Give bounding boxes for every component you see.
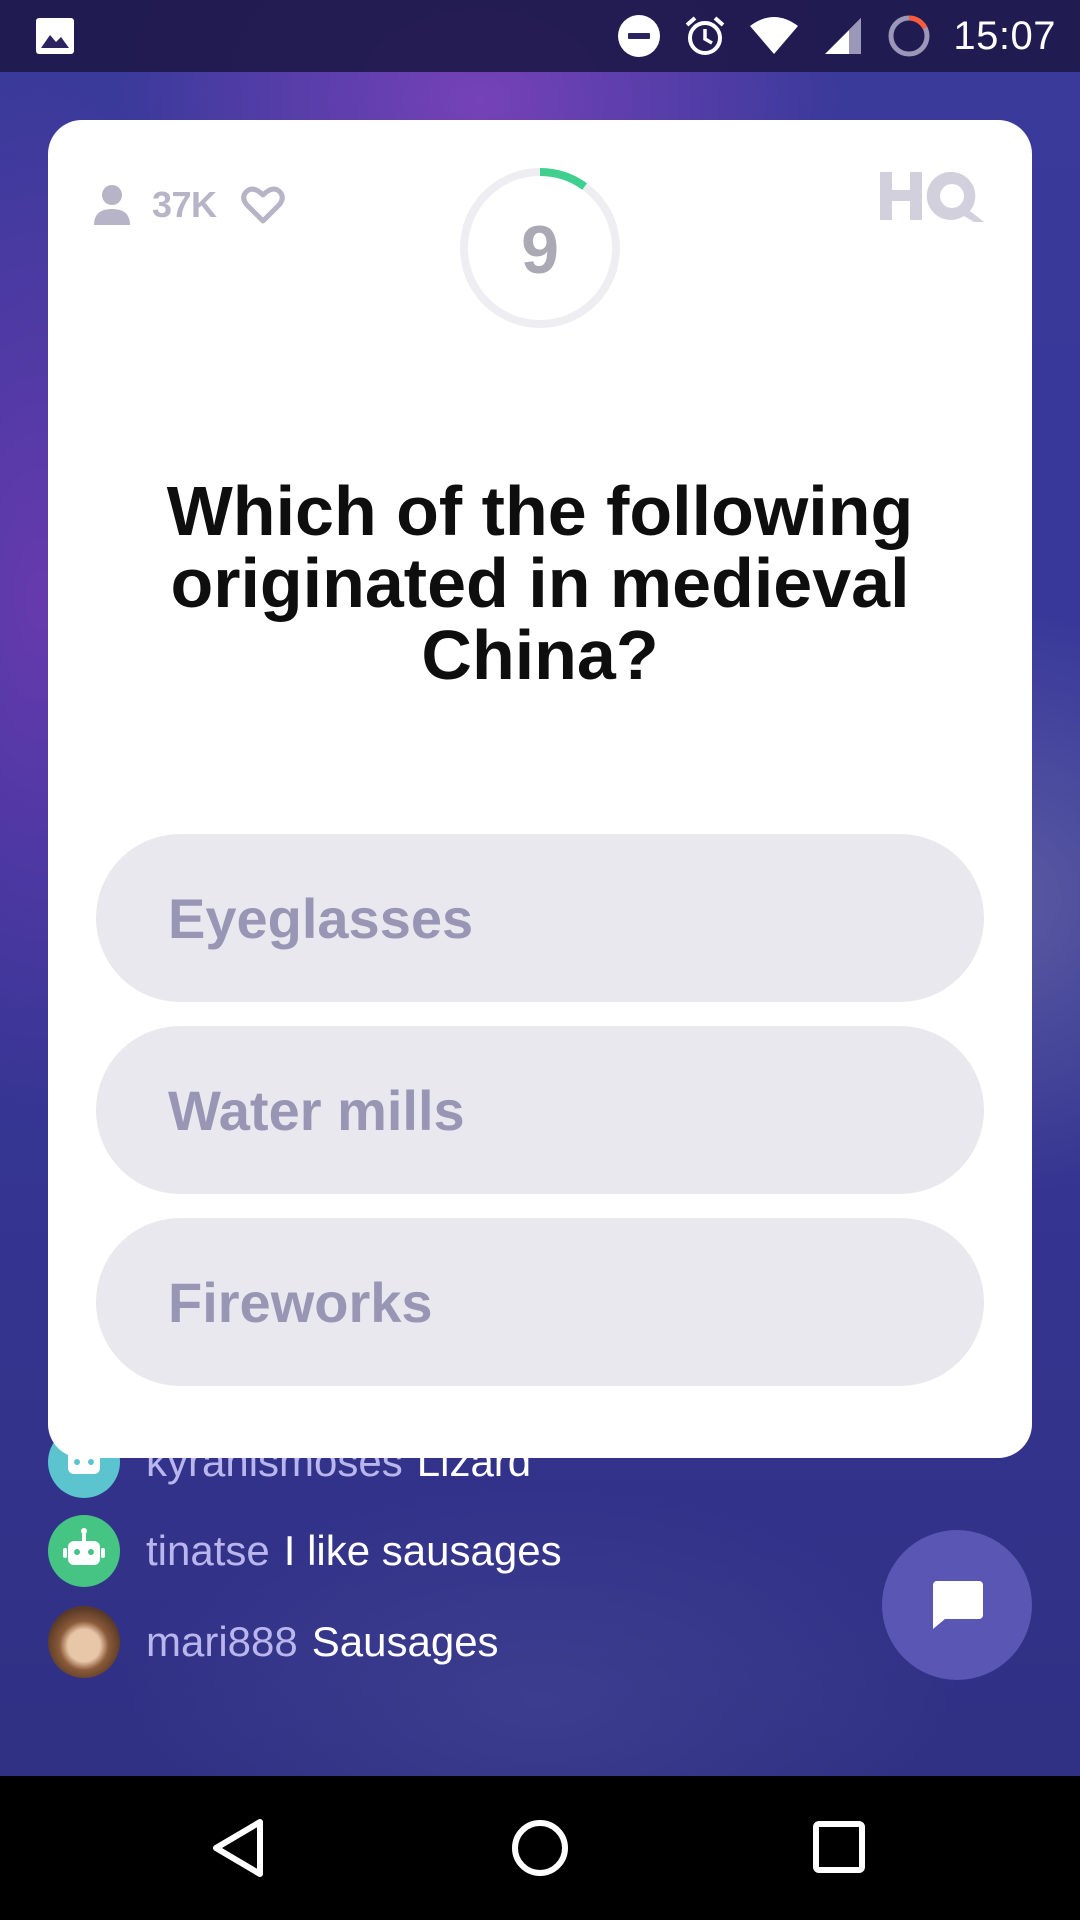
chat-button[interactable] [882,1530,1032,1680]
question-card: 37K 9 Which of the following originated … [48,120,1032,1458]
chat-text: Sausages [311,1618,499,1665]
heart-icon[interactable] [240,185,285,225]
chat-username: mari888 [146,1618,298,1665]
navigation-bar [0,1776,1080,1920]
chat-text: I like sausages [283,1527,562,1574]
countdown-timer: 9 [458,166,622,330]
status-time: 15:07 [953,13,1056,58]
alarm-icon [686,16,725,55]
status-icons: 15:07 [617,0,1056,72]
robot-avatar-icon [48,1515,120,1587]
wifi-icon [750,17,799,54]
screen: 15:07 37K 9 Which of the following origi… [0,0,1080,1920]
battery-icon [888,15,930,57]
answer-option-2[interactable]: Water mills [96,1026,984,1194]
back-icon[interactable] [200,1812,280,1884]
answer-option-1[interactable]: Eyeglasses [96,834,984,1002]
user-photo-avatar [48,1606,120,1678]
chat-message: tinatse I like sausages [48,1515,562,1587]
signal-icon [825,18,862,54]
answer-option-3[interactable]: Fireworks [96,1218,984,1386]
hq-logo [880,171,984,222]
chat-message: mari888 Sausages [48,1606,499,1678]
question-text: Which of the following originated in med… [166,472,914,694]
viewer-count-label: 37K [152,184,217,225]
chat-bubble-icon [933,1581,983,1629]
recents-icon[interactable] [800,1812,880,1884]
chat-username: tinatse [146,1527,270,1574]
dnd-icon [618,15,661,57]
person-icon [94,185,130,225]
status-bar: 15:07 [0,0,1080,72]
timer-number: 9 [521,212,559,288]
viewer-count: 37K [92,180,285,230]
image-icon [36,18,74,54]
home-icon[interactable] [500,1812,580,1884]
